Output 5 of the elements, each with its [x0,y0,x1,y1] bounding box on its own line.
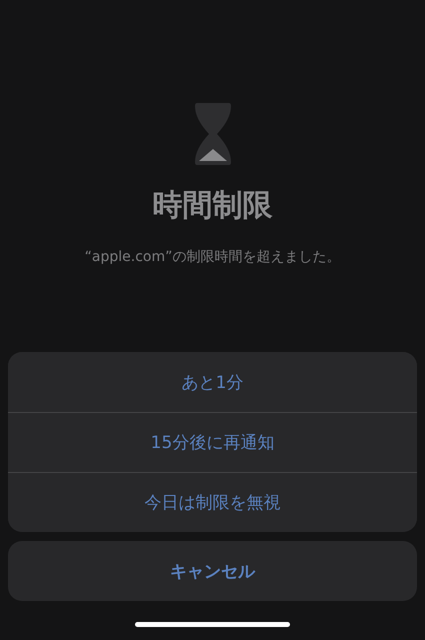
screen-title: 時間制限 [152,187,272,225]
limit-message: “apple.com”の制限時間を超えました。 [84,248,340,266]
hourglass-icon [194,103,230,165]
action-button[interactable]: 今日は制限を無視 [8,472,417,532]
cancel-button[interactable]: キャンセル [8,541,417,601]
